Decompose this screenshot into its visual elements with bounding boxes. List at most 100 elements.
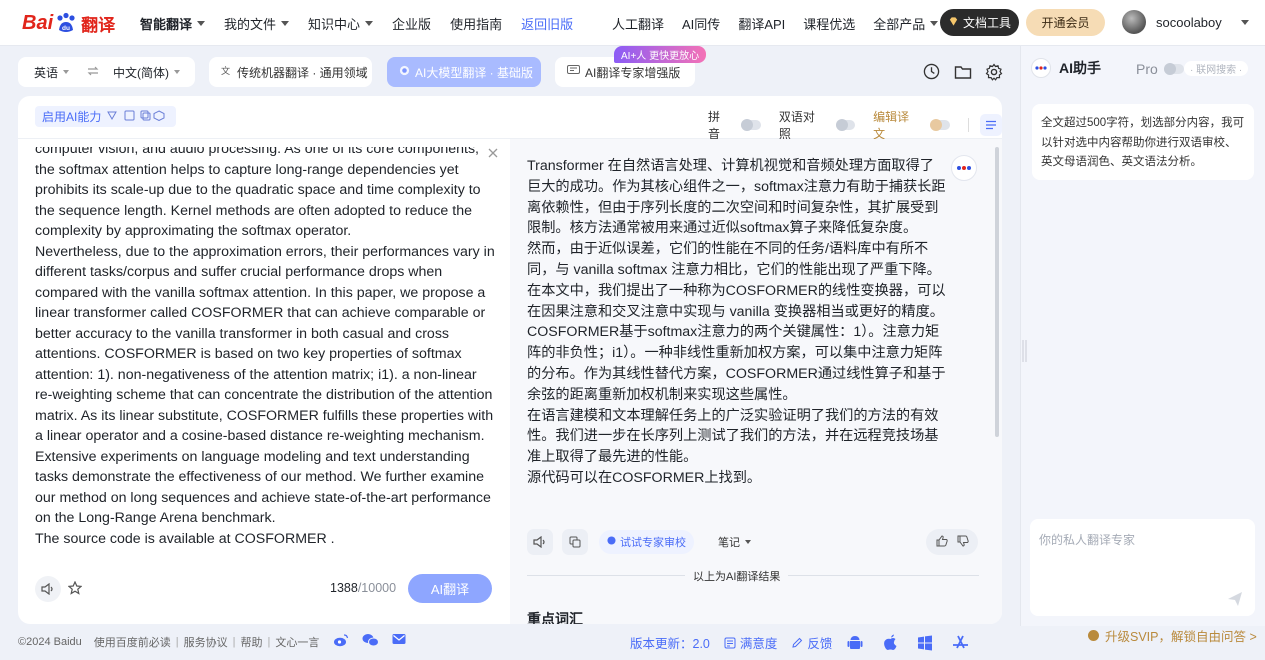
rating-buttons xyxy=(926,529,978,555)
translate-icon: 文 xyxy=(221,65,232,79)
menu-ai-interpret[interactable]: AI同传 xyxy=(682,14,720,33)
source-language-select[interactable]: 英语 xyxy=(34,64,70,81)
menu-label: 我的文件 xyxy=(224,16,277,32)
chevron-down-icon xyxy=(930,20,939,26)
target-language-select[interactable]: 中文(简体) xyxy=(113,64,181,81)
source-paragraph: computer vision, and audio processing. A… xyxy=(35,147,481,239)
pinyin-label: 拼音 xyxy=(708,110,721,141)
source-pane: computer vision, and audio processing. A… xyxy=(18,139,510,624)
gear-icon[interactable] xyxy=(984,62,1003,81)
speaker-icon[interactable] xyxy=(527,529,553,555)
menu-back-old-version[interactable]: 返回旧版 xyxy=(521,14,573,33)
toggle-switch[interactable] xyxy=(835,119,856,131)
top-nav: Bai du 翻译 智能翻译 我的文件 知识中心 企业版 使用指南 返回旧版 人… xyxy=(0,0,1265,46)
menu-knowledge-center[interactable]: 知识中心 xyxy=(308,14,374,33)
target-pane: Transformer 在自然语言处理、计算机视觉和音频处理方面取得了巨大的成功… xyxy=(510,139,1002,624)
footer: ©2024 Baidu 使用百度前必读 | 服务协议 | 帮助 | 文心一言 xyxy=(18,634,319,650)
paw-icon: du xyxy=(54,11,78,35)
menu-enterprise[interactable]: 企业版 xyxy=(392,14,431,33)
expert-review-button[interactable]: 试试专家审校 xyxy=(599,530,694,554)
feedback-link[interactable]: 反馈 xyxy=(791,633,832,652)
star-icon[interactable] xyxy=(67,580,83,598)
toggle-switch[interactable] xyxy=(741,119,761,131)
menu-smart-translate[interactable]: 智能翻译 xyxy=(140,14,206,33)
scrollbar[interactable] xyxy=(995,147,999,437)
swap-languages-icon[interactable] xyxy=(87,65,99,79)
feedback-label: 反馈 xyxy=(807,637,833,651)
history-icon[interactable] xyxy=(922,62,941,81)
windows-icon[interactable] xyxy=(916,634,934,652)
web-search-badge[interactable]: · 联网搜索 · xyxy=(1184,61,1249,76)
key-vocabulary-heading: 重点词汇 xyxy=(527,611,583,624)
wechat-icon[interactable] xyxy=(362,633,379,650)
menu-courses[interactable]: 课程优选 xyxy=(803,14,855,33)
pro-toggle[interactable]: Pro xyxy=(1136,61,1184,77)
menu-guide[interactable]: 使用指南 xyxy=(450,14,502,33)
hot-badge: AI+人 更快更放心 xyxy=(614,46,707,63)
version-update-link[interactable]: 版本更新：2.0 xyxy=(630,633,710,652)
user-menu[interactable]: socoolaboy xyxy=(1122,10,1249,34)
tab-ai-model[interactable]: AI大模型翻译 · 基础版 xyxy=(387,57,541,87)
edit-icon xyxy=(792,637,803,648)
toggle-switch[interactable] xyxy=(1163,63,1184,75)
username: socoolaboy xyxy=(1156,14,1222,30)
thumbs-up-icon[interactable] xyxy=(936,534,948,550)
mail-icon[interactable] xyxy=(392,633,406,650)
apple-icon[interactable] xyxy=(881,634,899,652)
ai-sparkle-icon xyxy=(399,65,410,79)
app-store-icon[interactable] xyxy=(951,634,969,652)
menu-translate-api[interactable]: 翻译API xyxy=(738,14,785,33)
toggle-switch[interactable] xyxy=(930,119,950,131)
language-selector: 英语 中文(简体) xyxy=(18,57,195,87)
ai-translate-button[interactable]: AI翻译 xyxy=(408,574,492,603)
resize-handle[interactable] xyxy=(1022,340,1027,362)
bilingual-toggle[interactable]: 双语对照 xyxy=(778,108,856,142)
character-count: 1388/10000 xyxy=(330,581,396,595)
upgrade-svip-link[interactable]: 升级SVIP，解锁自由问答 > xyxy=(1088,626,1257,645)
footer-link[interactable]: 服务协议 xyxy=(184,634,228,650)
translation-output: Transformer 在自然语言处理、计算机视觉和音频处理方面取得了巨大的成功… xyxy=(527,156,947,489)
ai-assistant-icon[interactable] xyxy=(951,155,977,181)
close-icon[interactable] xyxy=(488,145,498,162)
folder-icon[interactable] xyxy=(953,62,972,81)
survey-icon xyxy=(724,637,736,648)
edit-label: 编辑译文 xyxy=(873,110,910,141)
main-menu: 智能翻译 我的文件 知识中心 企业版 使用指南 返回旧版 xyxy=(140,0,592,46)
enable-ai-capability[interactable]: 启用AI能力 xyxy=(35,106,177,127)
satisfaction-link[interactable]: 满意度 xyxy=(724,633,778,652)
open-vip-button[interactable]: 开通会员 xyxy=(1026,9,1105,36)
copy-icon[interactable] xyxy=(562,529,588,555)
assistant-input[interactable]: 你的私人翻译专家 xyxy=(1030,519,1255,616)
doc-tool-button[interactable]: 文档工具 xyxy=(940,9,1019,36)
ai-assistant-logo-icon xyxy=(1031,58,1051,78)
result-divider-label: 以上为AI翻译结果 xyxy=(685,568,789,584)
footer-link[interactable]: 文心一言 xyxy=(275,634,319,650)
edit-translation-toggle[interactable]: 编辑译文 xyxy=(873,108,950,142)
chevron-down-icon xyxy=(1240,19,1249,25)
android-icon[interactable] xyxy=(846,634,864,652)
weibo-icon[interactable] xyxy=(333,633,349,650)
expert-icon xyxy=(567,65,580,79)
tab-traditional-mt[interactable]: 文 传统机器翻译 · 通用领域 xyxy=(209,57,372,87)
target-language-label: 中文(简体) xyxy=(113,65,170,80)
baidu-translate-logo[interactable]: Bai du 翻译 xyxy=(22,8,115,38)
menu-human-translate[interactable]: 人工翻译 xyxy=(612,14,664,33)
source-text-input[interactable]: computer vision, and audio processing. A… xyxy=(35,147,497,557)
menu-label: 智能翻译 xyxy=(140,16,193,32)
menu-my-files[interactable]: 我的文件 xyxy=(224,14,290,33)
footer-link[interactable]: 帮助 xyxy=(240,634,262,650)
toolbar-icons xyxy=(922,62,1003,81)
list-settings-icon[interactable] xyxy=(980,114,1002,136)
send-icon[interactable] xyxy=(1227,591,1243,610)
char-count-value: 1388 xyxy=(330,581,358,595)
tab-label: AI翻译专家增强版 xyxy=(585,65,681,80)
satisfaction-label: 满意度 xyxy=(739,637,778,651)
speaker-icon[interactable] xyxy=(35,576,61,602)
bilingual-label: 双语对照 xyxy=(778,110,815,141)
notes-dropdown[interactable]: 笔记 xyxy=(718,534,751,550)
menu-all-products[interactable]: 全部产品 xyxy=(873,14,939,33)
pinyin-toggle[interactable]: 拼音 xyxy=(708,108,761,142)
footer-right: 版本更新：2.0 满意度 反馈 xyxy=(630,633,986,652)
footer-link[interactable]: 使用百度前必读 xyxy=(94,634,171,650)
thumbs-down-icon[interactable] xyxy=(957,535,969,550)
